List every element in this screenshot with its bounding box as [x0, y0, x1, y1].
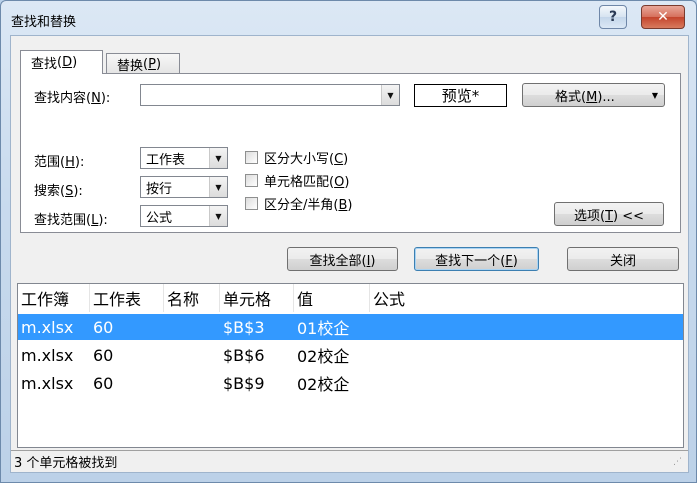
checkbox-box[interactable] [245, 197, 258, 210]
dialog-body: 查找(D) 替换(P) 查找内容(N): ▼ 预览* 格式(M)... ▼ 范围… [10, 35, 689, 473]
find-replace-dialog: 查找和替换 ? ✕ 查找(D) 替换(P) 查找内容(N): ▼ 预览* 格式(… [0, 0, 697, 483]
find-what-label: 查找内容(N): [34, 91, 111, 106]
table-row[interactable]: m.xlsx 60 $B$9 02校企 [18, 370, 683, 396]
column-header[interactable]: 工作表 [90, 284, 164, 312]
window-title: 查找和替换 [11, 15, 77, 30]
look-in-select[interactable]: 公式 ▼ [140, 205, 228, 227]
match-byte-checkbox[interactable]: 区分全/半角(B) [245, 194, 352, 213]
checkbox-box[interactable] [245, 151, 258, 164]
close-window-button[interactable]: ✕ [641, 5, 685, 29]
table-row[interactable]: m.xlsx 60 $B$6 02校企 [18, 342, 683, 368]
find-next-button[interactable]: 查找下一个(F) [414, 247, 539, 271]
search-order-dropdown-icon[interactable]: ▼ [209, 177, 227, 197]
tab-find[interactable]: 查找(D) [20, 50, 103, 74]
find-what-dropdown-icon[interactable]: ▼ [381, 85, 399, 105]
results-header: 工作簿 工作表 名称 单元格 值 公式 [18, 284, 683, 312]
title-bar[interactable]: 查找和替换 ? ✕ [1, 1, 696, 35]
checkbox-box[interactable] [245, 174, 258, 187]
look-in-dropdown-icon[interactable]: ▼ [209, 206, 227, 226]
scope-label: 范围(H): [34, 155, 85, 170]
column-header[interactable]: 公式 [370, 284, 683, 312]
format-button[interactable]: 格式(M)... ▼ [522, 83, 665, 107]
results-list[interactable]: 工作簿 工作表 名称 单元格 值 公式 m.xlsx 60 $B$3 01校企 … [17, 283, 684, 448]
help-icon: ? [608, 9, 618, 25]
column-header[interactable]: 工作簿 [18, 284, 90, 312]
status-text: 3 个单元格被找到 [14, 456, 118, 471]
close-button[interactable]: 关闭 [567, 247, 679, 271]
format-preview: 预览* [414, 84, 507, 107]
chevron-down-icon: ▼ [651, 90, 658, 100]
scope-select[interactable]: 工作表 ▼ [140, 147, 228, 169]
look-in-label: 查找范围(L): [34, 213, 108, 228]
format-button-label: 格式(M)... [555, 89, 615, 105]
find-all-button[interactable]: 查找全部(I) [287, 247, 398, 271]
tab-replace[interactable]: 替换(P) [106, 53, 180, 75]
find-what-combo[interactable]: ▼ [140, 84, 400, 106]
search-order-select[interactable]: 按行 ▼ [140, 176, 228, 198]
status-bar: 3 个单元格被找到 ⋰ [11, 450, 688, 472]
scope-dropdown-icon[interactable]: ▼ [209, 148, 227, 168]
help-button[interactable]: ? [599, 5, 627, 29]
table-row[interactable]: m.xlsx 60 $B$3 01校企 [18, 314, 683, 340]
column-header[interactable]: 单元格 [220, 284, 294, 312]
match-entire-cell-checkbox[interactable]: 单元格匹配(O) [245, 171, 349, 190]
search-order-label: 搜索(S): [34, 184, 83, 199]
options-toggle-button[interactable]: 选项(T) << [554, 202, 664, 226]
column-header[interactable]: 名称 [164, 284, 220, 312]
match-case-checkbox[interactable]: 区分大小写(C) [245, 148, 348, 167]
resize-grip-icon[interactable]: ⋰ [673, 457, 685, 469]
close-icon: ✕ [657, 9, 669, 25]
find-tab-panel: 查找内容(N): ▼ 预览* 格式(M)... ▼ 范围(H): 工作表 ▼ 搜… [20, 73, 681, 233]
column-header[interactable]: 值 [294, 284, 370, 312]
